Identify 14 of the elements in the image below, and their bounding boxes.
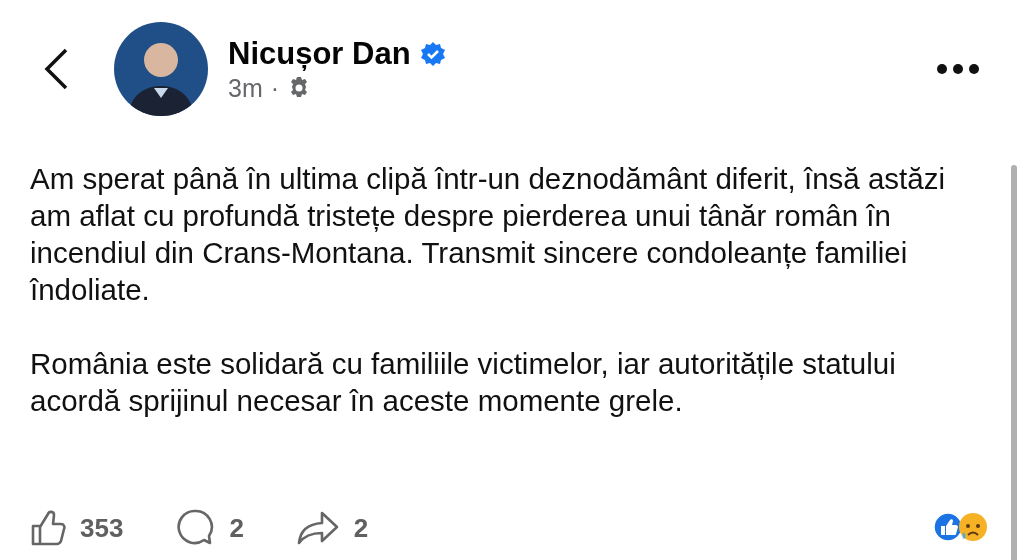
scrollbar[interactable] [1011, 165, 1017, 560]
comment-count: 2 [229, 512, 244, 544]
thumbs-up-icon[interactable] [30, 509, 66, 547]
post-text: România este solidară cu familiile victimelor, iar autoritățile statului acordă sprijinul necesar în aceste momente grele. [30, 346, 897, 419]
more-options-icon[interactable] [936, 63, 980, 75]
share-icon[interactable] [295, 510, 340, 546]
like-reaction-icon [933, 512, 963, 542]
share-count: 2 [353, 512, 369, 544]
author-name[interactable]: Nicușor Dan [228, 35, 411, 72]
like-count: 353 [80, 512, 124, 544]
post-time[interactable]: 3m [228, 73, 263, 103]
post-text: Am sperat până în ultima clipă într-un deznodământ diferit, însă astăzi am aflat cu profundă tristețe despre pierderea unui tânăr român în incendiul din Crans-Montana. Transmit sincere condoleanțe familiei îndoliate. [30, 161, 946, 308]
sad-reaction-icon [958, 512, 988, 544]
separator: · [270, 73, 280, 103]
